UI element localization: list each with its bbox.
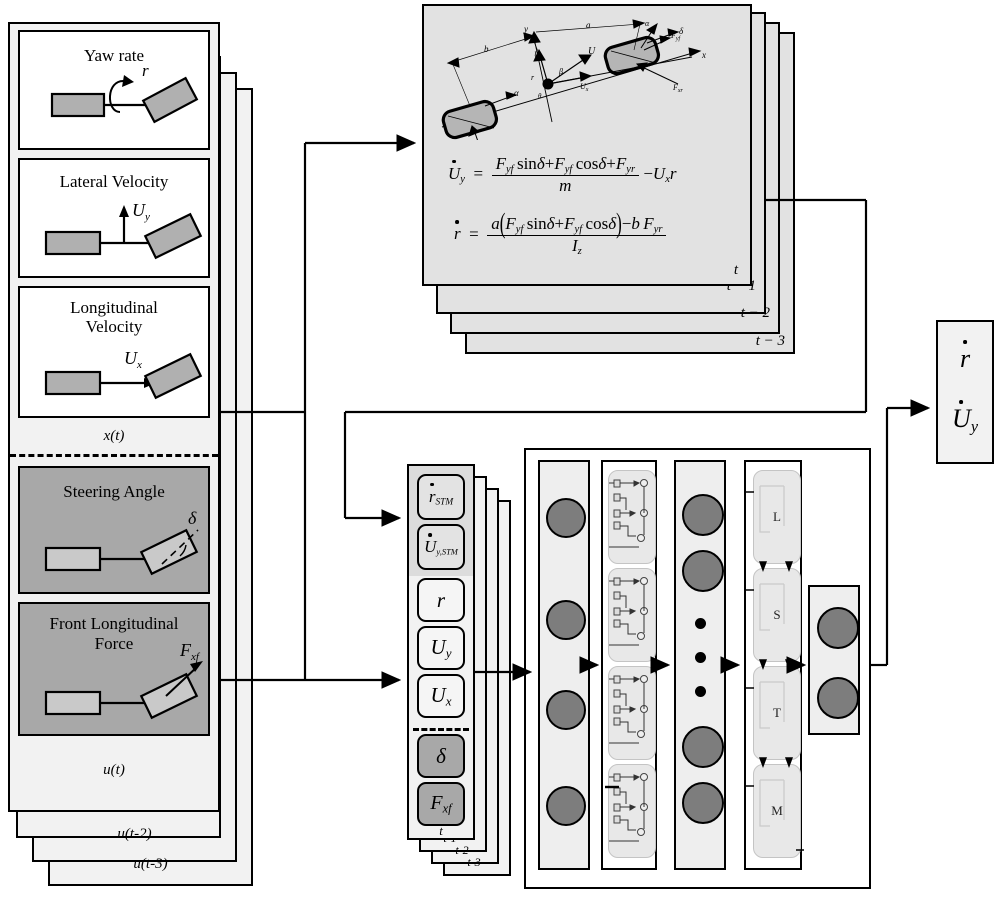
- feature-r-stm: rSTM: [417, 474, 465, 520]
- lstm-stack-wiring-icon: [746, 485, 804, 851]
- single-track-bicycle-model-icon: y x a b U Uy Ux r β θ α δ α Fyf Fxr Fyr: [441, 19, 706, 140]
- physics-stack-label-t2: t − 2: [740, 305, 770, 321]
- feature-uy-stm: Uy,STM: [417, 524, 465, 570]
- card-steering-angle: Steering Angle δ: [18, 466, 210, 594]
- card-yaw-rate: Yaw rate r: [18, 30, 210, 150]
- svg-text:Fxr: Fxr: [672, 83, 684, 94]
- physics-time-label: t: [733, 262, 738, 278]
- hidden-neuron-4: [682, 782, 724, 824]
- feature-time-label: t: [439, 823, 443, 838]
- output-uy-dot: Uy: [952, 404, 978, 436]
- svg-text:r: r: [142, 61, 149, 80]
- input-layer: [538, 460, 590, 870]
- feature-r: r: [417, 578, 465, 622]
- feature-delta: δ: [417, 734, 465, 778]
- input-stack-label-t3: u(t-3): [133, 856, 168, 872]
- input-stack-label-t2: u(t-2): [117, 826, 152, 842]
- diagram-canvas: u(t-3) u(t-2) u(t-1) Yaw rate r Lateral …: [0, 0, 1000, 897]
- svg-text:r: r: [531, 73, 535, 82]
- feature-vector-front: rSTM Uy,STM r Uy Ux δ Fxf t: [407, 464, 475, 840]
- input-stack-label: u(t): [103, 762, 125, 778]
- svg-text:U: U: [588, 46, 596, 57]
- feature-divider: [413, 728, 469, 731]
- vehicle-lateral-velocity-icon: [44, 205, 203, 260]
- hidden-layer: [674, 460, 726, 870]
- svg-text:Ux: Ux: [124, 348, 142, 371]
- svg-text:Fxf: Fxf: [179, 640, 201, 663]
- output-neuron-2: [817, 677, 859, 719]
- svg-text:δ: δ: [679, 26, 684, 36]
- svg-text:x: x: [701, 50, 706, 60]
- lstm-gate-wiring-icon: [605, 479, 648, 842]
- output-neuron-1: [817, 607, 859, 649]
- input-neuron-2: [546, 600, 586, 640]
- svg-text:Uy: Uy: [132, 200, 150, 223]
- hidden-neuron-2: [682, 550, 724, 592]
- physics-stack-label-t3: t − 3: [755, 333, 785, 349]
- input-neuron-1: [546, 498, 586, 538]
- vehicle-yaw-icon: [50, 75, 199, 124]
- hidden-layer-ellipsis-dot-3: [695, 686, 706, 697]
- hidden-neuron-3: [682, 726, 724, 768]
- feature-ux: Ux: [417, 674, 465, 718]
- svg-text:b: b: [484, 44, 489, 54]
- state-input-divider: [10, 454, 218, 457]
- vehicle-front-force-icon: [44, 661, 203, 720]
- svg-text:δ: δ: [188, 508, 197, 528]
- card-longitudinal-velocity: Longitudinal Velocity Ux: [18, 286, 210, 418]
- hidden-neuron-1: [682, 494, 724, 536]
- card-lateral-velocity: Lateral Velocity Uy: [18, 158, 210, 278]
- hidden-layer-ellipsis-dot-1: [695, 618, 706, 629]
- input-neuron-3: [546, 690, 586, 730]
- state-stack-label: x(t): [103, 428, 125, 444]
- lstm-layer-1: [601, 460, 657, 870]
- vehicle-steering-angle-icon: [44, 528, 199, 576]
- input-neuron-4: [546, 786, 586, 826]
- svg-text:a: a: [586, 20, 591, 30]
- svg-text:β: β: [558, 67, 563, 76]
- feature-uy: Uy: [417, 626, 465, 670]
- model-output-block: r Uy: [936, 320, 994, 464]
- physics-equation-2: r = a(Fyf sinδ+Fyf cosδ)−b Fyr Iz: [454, 207, 667, 257]
- lstm-layer-2: L S T M: [744, 460, 804, 870]
- svg-text:y: y: [523, 24, 528, 34]
- physics-block-front: y x a b U Uy Ux r β θ α δ α Fyf Fxr Fyr …: [422, 4, 752, 286]
- feature-fxf: Fxf: [417, 782, 465, 826]
- output-layer: [808, 585, 860, 735]
- svg-text:θ: θ: [538, 92, 542, 100]
- hidden-layer-ellipsis-dot-2: [695, 652, 706, 663]
- svg-text:α: α: [645, 19, 650, 28]
- output-r-dot: r: [959, 344, 971, 373]
- svg-text:α: α: [514, 88, 519, 98]
- card-front-longitudinal-force: Front Longitudinal Force Fxf: [18, 602, 210, 736]
- physics-equation-1: Uy = Fyf sinδ+Fyf cosδ+Fyr m −Uxr: [448, 154, 677, 195]
